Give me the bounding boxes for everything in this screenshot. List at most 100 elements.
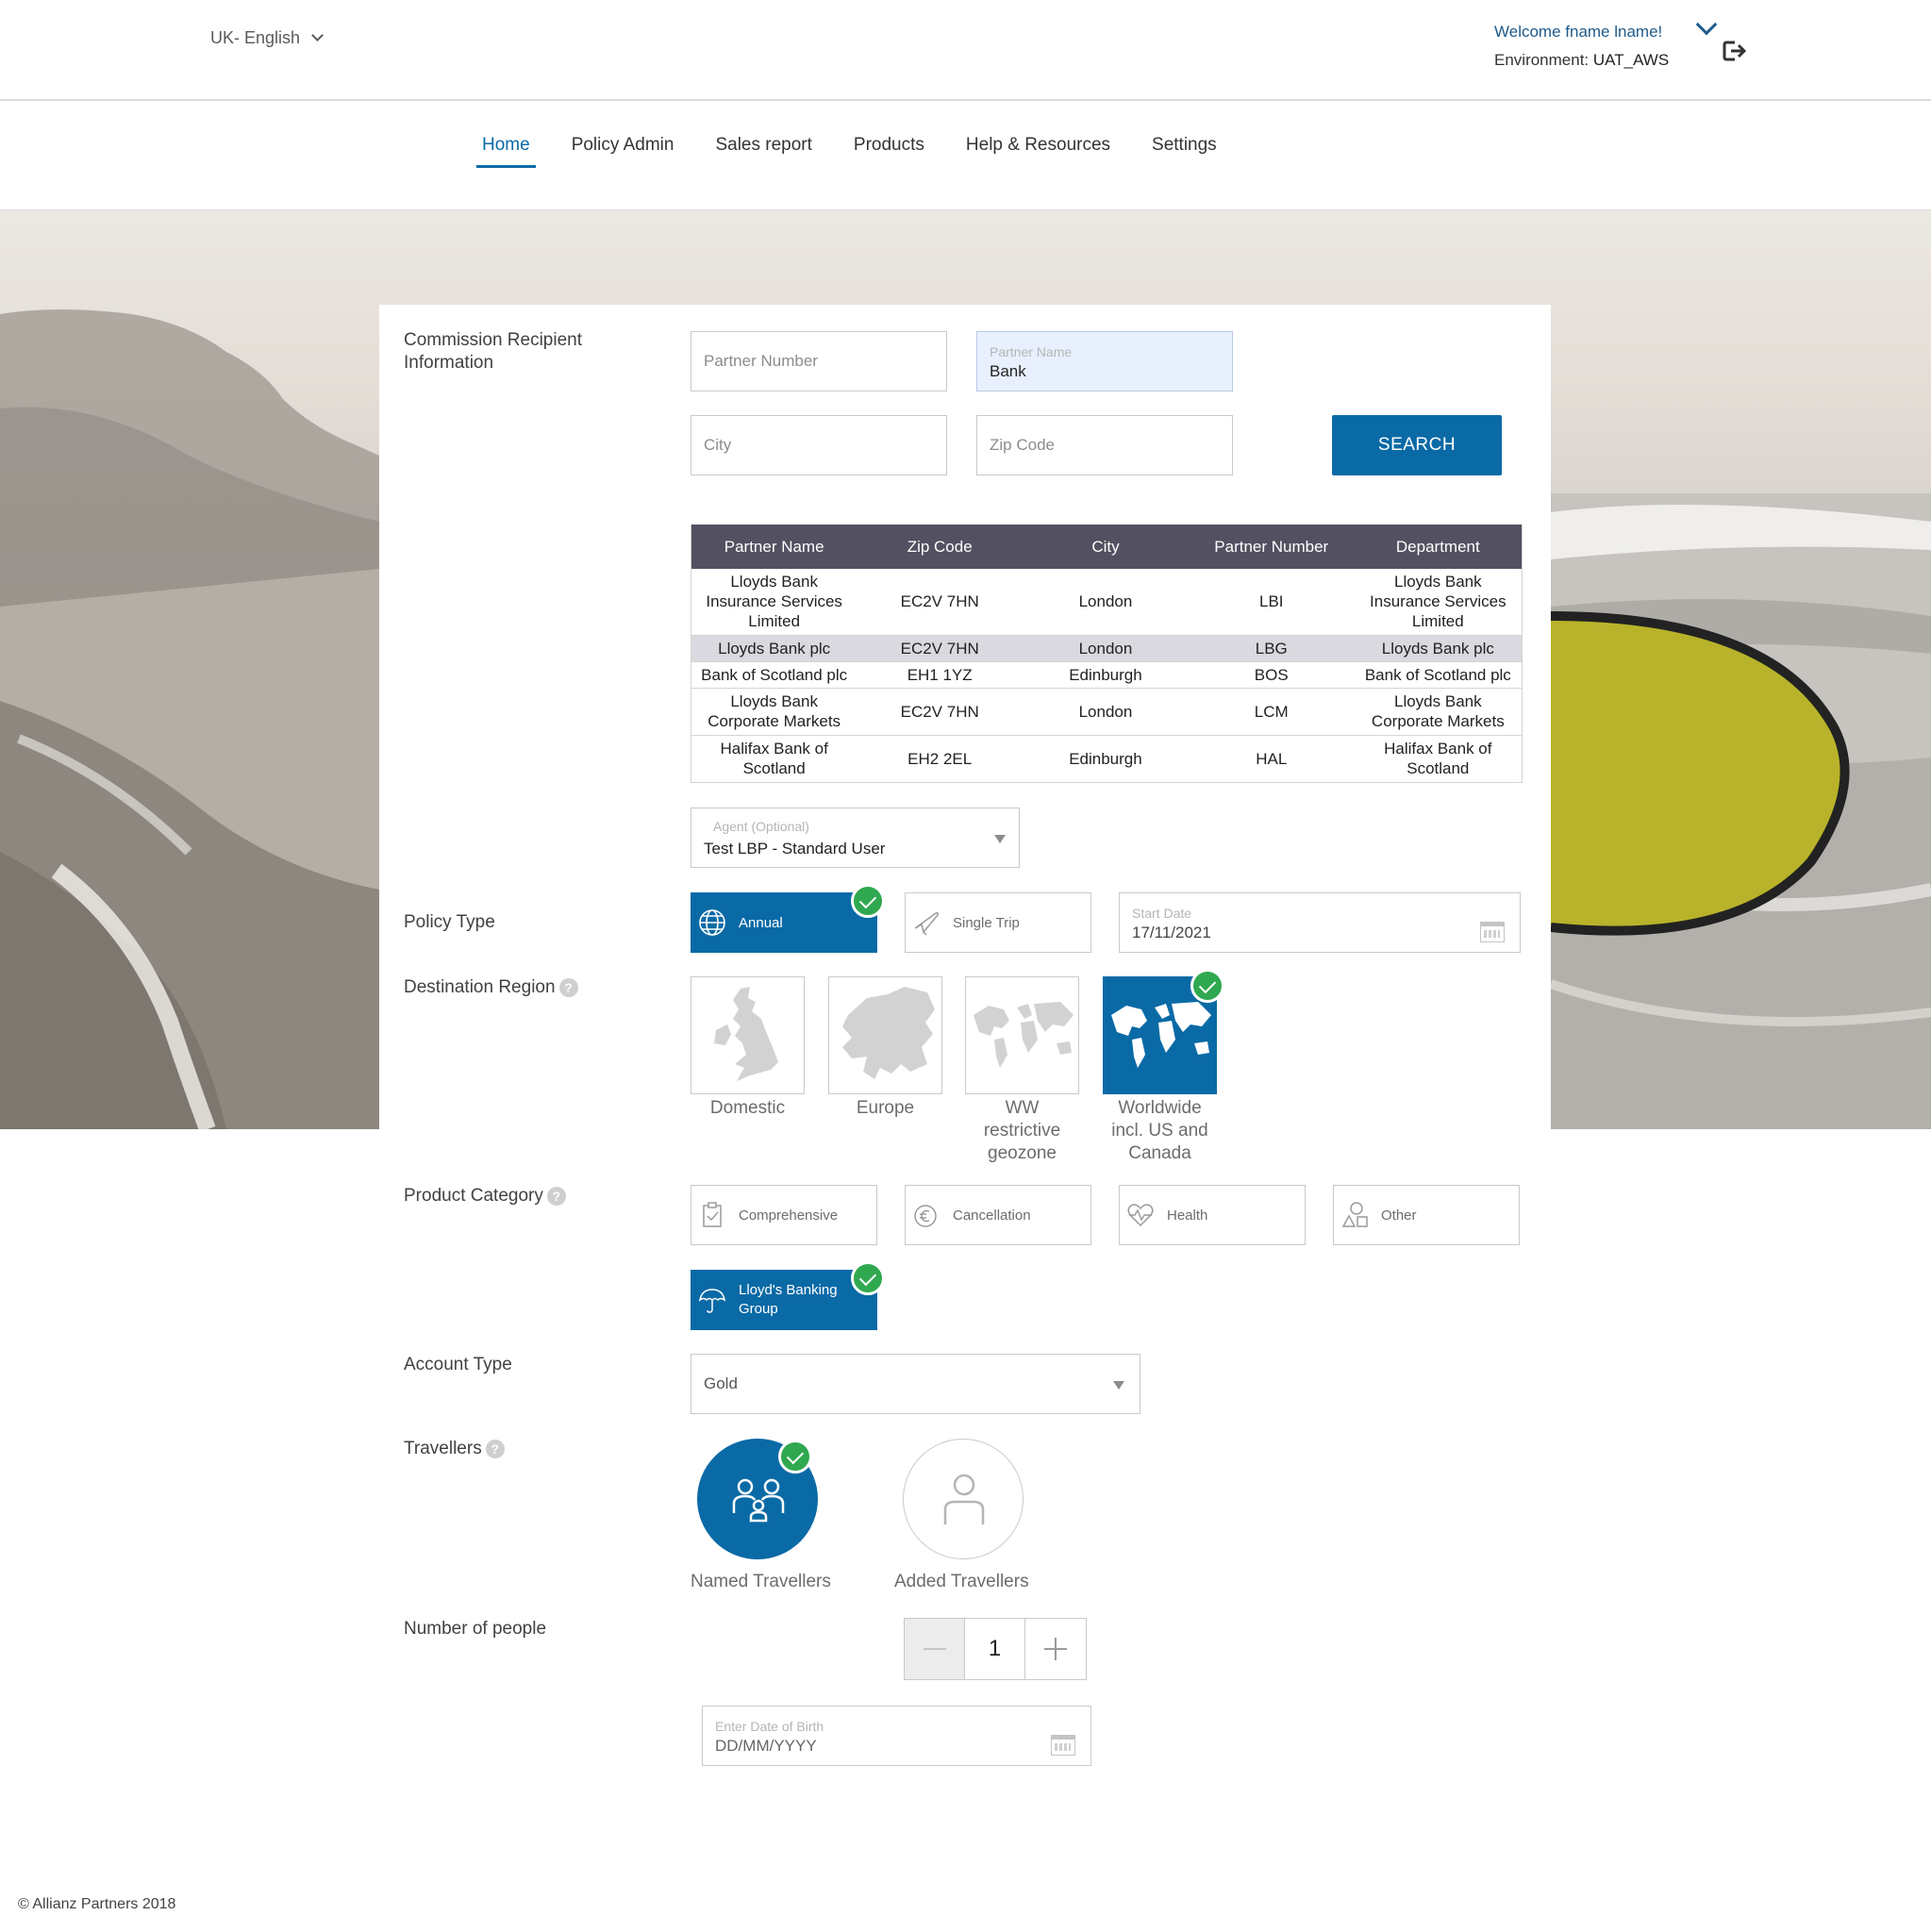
- agent-value: Test LBP - Standard User: [704, 840, 886, 858]
- table-cell: Bank of Scotland plc: [1354, 661, 1523, 689]
- welcome-text: Welcome fname lname!: [1494, 23, 1663, 41]
- city-input[interactable]: City: [691, 415, 947, 475]
- clipboard-check-icon: [703, 1202, 722, 1227]
- calendar-icon[interactable]: [1480, 922, 1505, 942]
- environment-info: Environment: UAT_AWS: [1494, 51, 1669, 70]
- lloyds-label: Lloyd's Banking Group: [739, 1282, 838, 1317]
- table-cell: Lloyds Bank plc: [691, 635, 857, 662]
- single-trip-label: Single Trip: [953, 914, 1020, 931]
- table-row-selected[interactable]: Lloyds Bank plc EC2V 7HN London LBG Lloy…: [691, 635, 1523, 662]
- table-cell: EC2V 7HN: [857, 569, 1024, 636]
- nav-sales-report[interactable]: Sales report: [709, 129, 817, 168]
- category-comprehensive-option[interactable]: Comprehensive: [691, 1185, 877, 1245]
- region-worldwide-label: Worldwide incl. US and Canada: [1111, 1098, 1208, 1163]
- start-date-value: 17/11/2021: [1132, 924, 1211, 941]
- category-other-option[interactable]: Other: [1333, 1185, 1520, 1245]
- partner-results-table: Partner Name Zip Code City Partner Numbe…: [691, 525, 1523, 783]
- plane-icon: [914, 912, 939, 936]
- help-icon[interactable]: ?: [558, 977, 578, 997]
- decrement-button[interactable]: [905, 1619, 965, 1679]
- logout-icon[interactable]: [1723, 40, 1747, 62]
- calendar-icon[interactable]: [1051, 1735, 1075, 1756]
- check-icon: [851, 884, 885, 918]
- table-row[interactable]: Halifax Bank of Scotland EH2 2EL Edinbur…: [691, 735, 1523, 783]
- search-button[interactable]: SEARCH: [1332, 415, 1502, 475]
- umbrella-icon: [698, 1289, 726, 1313]
- table-cell: Lloyds Bank Insurance Services Limited: [691, 569, 857, 636]
- table-cell: EC2V 7HN: [857, 688, 1024, 736]
- zip-code-input[interactable]: Zip Code: [976, 415, 1233, 475]
- table-cell: London: [1023, 635, 1189, 662]
- people-quantity-stepper: 1: [904, 1618, 1087, 1680]
- language-label: UK- English: [210, 28, 301, 47]
- account-type-select[interactable]: Gold: [691, 1354, 1140, 1414]
- euro-cancel-icon: [914, 1205, 937, 1227]
- added-travellers-option[interactable]: [903, 1439, 1024, 1559]
- comprehensive-label: Comprehensive: [739, 1207, 839, 1224]
- language-selector[interactable]: UK- English: [210, 28, 324, 48]
- check-icon: [1190, 969, 1224, 1003]
- table-cell: London: [1023, 688, 1189, 736]
- nav-settings[interactable]: Settings: [1146, 129, 1223, 168]
- region-europe-option[interactable]: [828, 976, 942, 1094]
- nav-help-resources[interactable]: Help & Resources: [960, 129, 1116, 168]
- column-header: City: [1023, 525, 1189, 569]
- product-category-text: Product Category: [404, 1186, 543, 1206]
- help-icon[interactable]: ?: [485, 1439, 505, 1458]
- dropdown-arrow-icon: [1113, 1381, 1124, 1390]
- table-row[interactable]: Lloyds Bank Corporate Markets EC2V 7HN L…: [691, 688, 1523, 736]
- start-date-input[interactable]: Start Date 17/11/2021: [1119, 892, 1521, 953]
- table-cell: Halifax Bank of Scotland: [1354, 735, 1523, 783]
- product-category-label: Product Category?: [404, 1185, 566, 1208]
- travellers-label: Travellers?: [404, 1438, 505, 1460]
- policy-annual-option[interactable]: Annual: [691, 892, 877, 953]
- main-nav: Home Policy Admin Sales report Products …: [0, 103, 1931, 210]
- table-row[interactable]: Lloyds Bank Insurance Services Limited E…: [691, 569, 1523, 636]
- category-lloyds-option[interactable]: Lloyd's Banking Group: [691, 1270, 877, 1330]
- nav-home[interactable]: Home: [476, 129, 536, 168]
- world-map-icon: [974, 1002, 1074, 1068]
- region-ww-restrictive-option[interactable]: [965, 976, 1079, 1094]
- commission-label: Commission Recipient Information: [404, 330, 583, 373]
- column-header: Partner Number: [1188, 525, 1355, 569]
- partner-name-value: Bank: [990, 362, 1026, 380]
- dropdown-arrow-icon: [994, 835, 1006, 843]
- environment-label: Environment:: [1494, 51, 1590, 69]
- shapes-icon: [1341, 1202, 1368, 1227]
- policy-single-trip-option[interactable]: Single Trip: [905, 892, 1091, 953]
- top-header: UK- English Welcome fname lname! Environ…: [0, 0, 1931, 101]
- account-type-label: Account Type: [404, 1355, 512, 1374]
- region-europe-label: Europe: [856, 1098, 915, 1118]
- environment-value: UAT_AWS: [1592, 51, 1670, 69]
- table-cell: LCM: [1188, 688, 1355, 736]
- start-date-label: Start Date: [1132, 906, 1192, 921]
- category-health-option[interactable]: Health: [1119, 1185, 1306, 1245]
- partner-number-input[interactable]: Partner Number: [691, 331, 947, 391]
- nav-policy-admin[interactable]: Policy Admin: [566, 129, 680, 168]
- nav-items: Home Policy Admin Sales report Products …: [476, 129, 1223, 168]
- agent-select[interactable]: Agent (Optional) Test LBP - Standard Use…: [691, 808, 1020, 868]
- date-of-birth-input[interactable]: Enter Date of Birth DD/MM/YYYY: [702, 1706, 1091, 1766]
- destination-region-label: Destination Region?: [404, 976, 578, 999]
- region-domestic-option[interactable]: [691, 976, 805, 1094]
- partner-name-input[interactable]: Partner Name Bank: [976, 331, 1233, 391]
- increment-button[interactable]: [1025, 1619, 1086, 1679]
- category-cancellation-option[interactable]: Cancellation: [905, 1185, 1091, 1245]
- table-cell: LBG: [1188, 635, 1355, 662]
- policy-type-label: Policy Type: [404, 912, 495, 932]
- other-label: Other: [1381, 1207, 1417, 1224]
- table-row[interactable]: Bank of Scotland plc EH1 1YZ Edinburgh B…: [691, 661, 1523, 689]
- table-cell: Edinburgh: [1023, 735, 1189, 783]
- table-cell: EC2V 7HN: [857, 635, 1024, 662]
- table-cell: HAL: [1188, 735, 1355, 783]
- user-menu-chevron-icon[interactable]: [1695, 13, 1718, 36]
- europe-map-icon: [842, 987, 935, 1079]
- column-header: Department: [1354, 525, 1523, 569]
- help-icon[interactable]: ?: [546, 1186, 566, 1206]
- people-count[interactable]: 1: [965, 1619, 1025, 1679]
- table-cell: Lloyds Bank Corporate Markets: [1354, 688, 1523, 736]
- table-cell: Edinburgh: [1023, 661, 1189, 689]
- nav-products[interactable]: Products: [848, 129, 930, 168]
- account-type-value: Gold: [704, 1374, 738, 1392]
- heart-pulse-icon: [1127, 1204, 1154, 1227]
